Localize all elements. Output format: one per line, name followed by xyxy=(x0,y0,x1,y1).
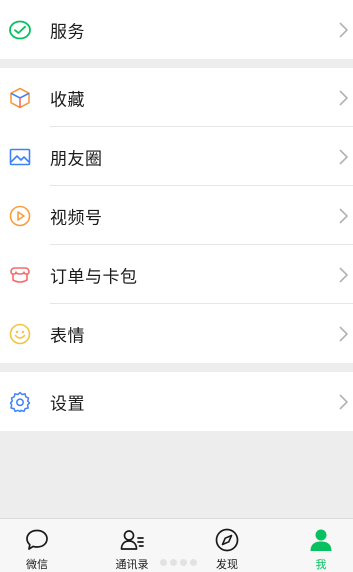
wallet-check-icon xyxy=(8,18,32,42)
gear-icon xyxy=(8,390,32,414)
main-group: 收藏 朋友圈 视频号 订单与卡包 表情 xyxy=(0,68,353,363)
menu-label-services: 服务 xyxy=(50,22,85,42)
section-gap xyxy=(0,363,353,372)
chevron-right-icon xyxy=(339,393,349,410)
menu-item-cards[interactable]: 订单与卡包 xyxy=(0,245,353,304)
tab-label-me: 我 xyxy=(315,558,327,571)
chat-bubble-icon xyxy=(26,529,48,550)
menu-label-stickers: 表情 xyxy=(50,326,85,346)
chevron-right-icon xyxy=(339,21,349,38)
menu-item-channels[interactable]: 视频号 xyxy=(0,186,353,245)
store-awning-icon xyxy=(8,263,32,287)
settings-group: 设置 xyxy=(0,372,353,431)
tab-chats[interactable]: 微信 xyxy=(0,519,77,572)
bottom-tab-bar: 微信 通讯录 发现 我 xyxy=(0,518,353,572)
services-group: 服务 xyxy=(0,0,353,59)
chevron-right-icon xyxy=(339,207,349,224)
menu-item-moments[interactable]: 朋友圈 xyxy=(0,127,353,186)
menu-label-settings: 设置 xyxy=(50,394,85,414)
page-dot xyxy=(180,559,187,566)
chevron-right-icon xyxy=(339,266,349,283)
tab-label-chats: 微信 xyxy=(26,558,48,571)
menu-item-favorites[interactable]: 收藏 xyxy=(0,68,353,127)
menu-label-cards: 订单与卡包 xyxy=(50,267,138,287)
picture-icon xyxy=(8,145,32,169)
menu-item-services[interactable]: 服务 xyxy=(0,0,353,59)
page-indicator-dots xyxy=(160,559,197,566)
menu-item-stickers[interactable]: 表情 xyxy=(0,304,353,363)
menu-label-favorites: 收藏 xyxy=(50,90,85,110)
chevron-right-icon xyxy=(339,89,349,106)
menu-label-moments: 朋友圈 xyxy=(50,149,103,169)
play-circle-icon xyxy=(8,204,32,228)
chevron-right-icon xyxy=(339,325,349,342)
menu-item-settings[interactable]: 设置 xyxy=(0,372,353,431)
smiley-face-icon xyxy=(8,322,32,346)
contacts-icon xyxy=(120,530,144,550)
tab-label-discover: 发现 xyxy=(216,558,238,571)
page-dot xyxy=(160,559,167,566)
person-icon xyxy=(310,529,332,551)
tab-discover[interactable]: 发现 xyxy=(187,519,267,572)
page-dot xyxy=(170,559,177,566)
menu-label-channels: 视频号 xyxy=(50,208,103,228)
page-dot xyxy=(190,559,197,566)
section-gap xyxy=(0,59,353,68)
tab-label-contacts: 通讯录 xyxy=(115,558,149,571)
cube-icon xyxy=(8,86,32,110)
compass-icon xyxy=(215,528,239,552)
tab-me[interactable]: 我 xyxy=(281,519,353,572)
me-menu: 服务 收藏 朋友圈 视频号 订单与卡包 表情 设置 xyxy=(0,0,353,431)
chevron-right-icon xyxy=(339,148,349,165)
